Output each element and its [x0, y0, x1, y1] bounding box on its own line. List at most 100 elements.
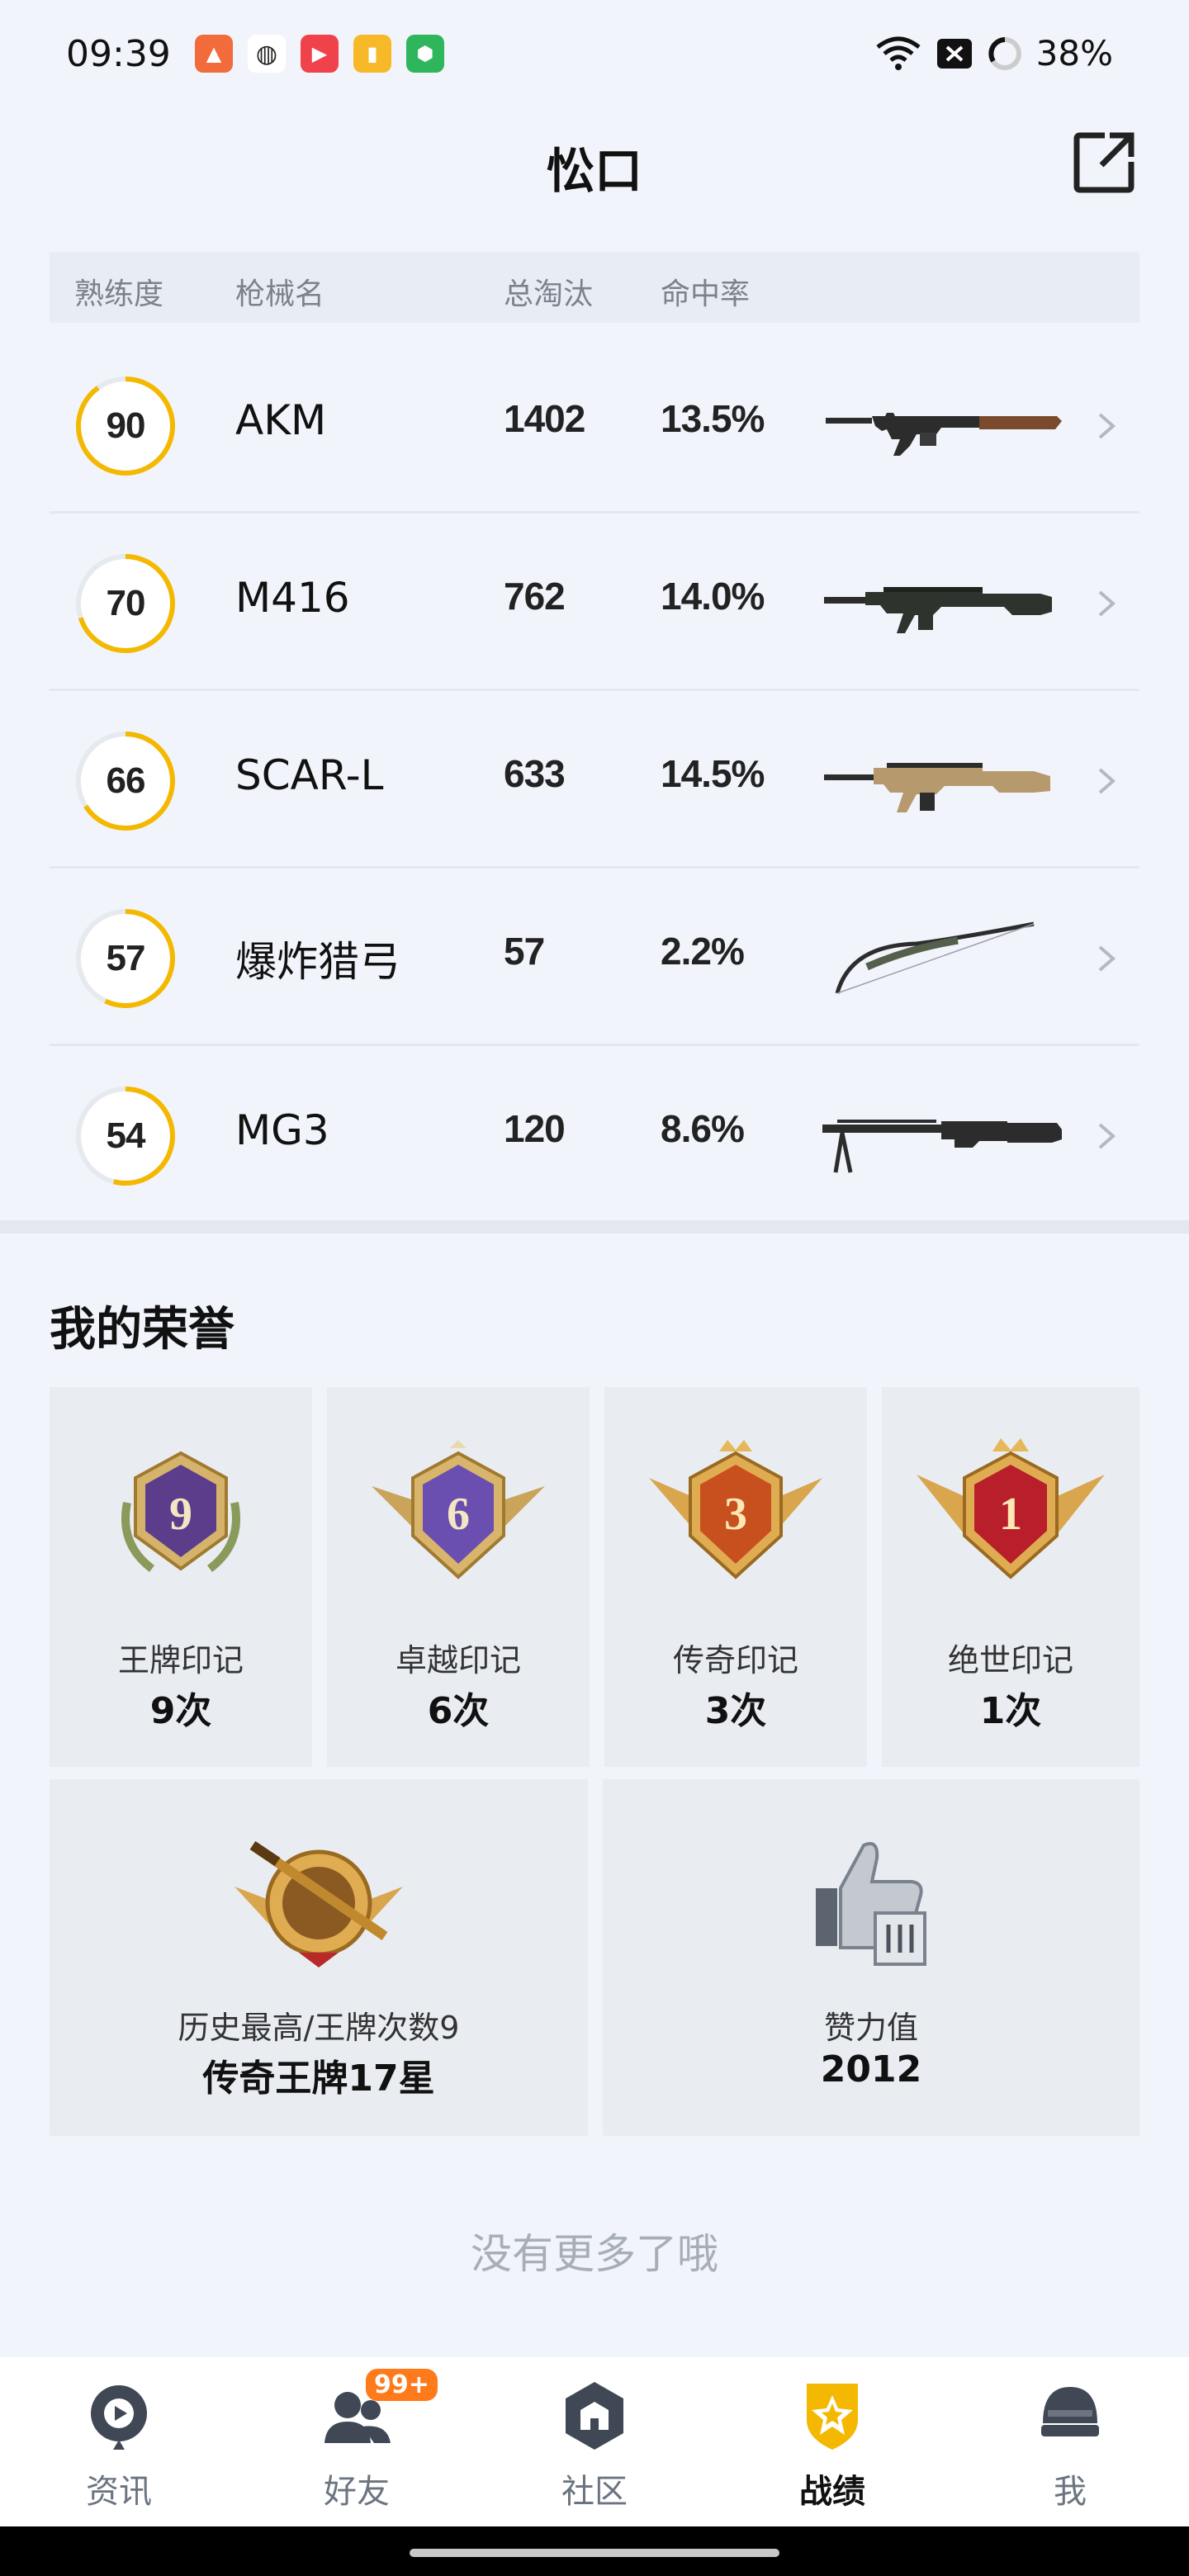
- tab-friends[interactable]: 99+ 好友: [238, 2357, 476, 2526]
- scar-l-rifle-icon: [824, 763, 1050, 812]
- share-icon[interactable]: [1072, 129, 1138, 195]
- tab-community-label: 社区: [561, 2473, 628, 2511]
- security-app-icon: ⬢: [406, 35, 444, 73]
- weapon-row[interactable]: 57 爆炸猎弓 57 2.2%: [50, 871, 1139, 1046]
- page-header: 忪口: [0, 107, 1189, 223]
- tab-me-label: 我: [1054, 2473, 1087, 2511]
- honor-label: 传奇印记: [672, 1642, 798, 1679]
- weapon-row[interactable]: 70 M416 762 14.0%: [50, 516, 1139, 691]
- weapon-name: 爆炸猎弓: [235, 938, 400, 986]
- chevron-right-icon: [1098, 590, 1116, 617]
- honor-card-excellent[interactable]: 6 卓越印记 6次: [327, 1387, 590, 1767]
- honor-card-peerless[interactable]: 1 绝世印记 1次: [882, 1387, 1139, 1767]
- proficiency-value: 54: [106, 1115, 146, 1156]
- weapon-kills: 1402: [504, 397, 585, 440]
- tab-record-label: 战绩: [799, 2473, 865, 2511]
- proficiency-value: 66: [106, 760, 146, 801]
- honor-card-likes[interactable]: 赞力值 2012: [603, 1779, 1139, 2136]
- bottom-nav: 资讯 99+ 好友 社区 战绩 我: [0, 2357, 1189, 2526]
- battery-level: 38%: [1035, 33, 1113, 73]
- weapon-name: AKM: [235, 396, 327, 444]
- status-bar: 09:39 ▲ ◍ ▶ ▮ ⬢ 38%: [0, 0, 1189, 107]
- reader-app-icon: ▮: [353, 35, 391, 73]
- tab-news[interactable]: 资讯: [0, 2357, 238, 2526]
- section-divider: [0, 1220, 1189, 1234]
- honor-count: 1次: [979, 1690, 1042, 1732]
- news-icon: [91, 2385, 147, 2450]
- likes-label: 赞力值: [823, 2010, 918, 2046]
- weapon-accuracy: 14.0%: [661, 575, 765, 618]
- battery-ring-icon: [988, 36, 1021, 70]
- home-gesture-bar[interactable]: [410, 2549, 779, 2557]
- excellent-medal-number: 6: [447, 1489, 470, 1540]
- status-time: 09:39: [66, 33, 171, 75]
- community-icon: [566, 2382, 623, 2450]
- weapon-table-header: 熟练度 枪械名 总淘汰 命中率: [50, 252, 1139, 323]
- ace-medal-number: 9: [169, 1489, 192, 1540]
- status-right: 38%: [874, 33, 1113, 73]
- chevron-right-icon: [1098, 413, 1116, 439]
- weapon-accuracy: 2.2%: [661, 930, 745, 973]
- chevron-right-icon: [1098, 768, 1116, 794]
- chevron-right-icon: [1098, 945, 1116, 972]
- legend-medal-number: 3: [724, 1489, 747, 1540]
- honor-count: 9次: [149, 1690, 212, 1732]
- chevron-right-icon: [1098, 1123, 1116, 1149]
- wifi-icon: [876, 36, 921, 70]
- peerless-medal-number: 1: [999, 1489, 1022, 1540]
- honor-label: 卓越印记: [395, 1642, 521, 1679]
- proficiency-value: 70: [106, 583, 146, 623]
- bow-icon: [835, 921, 1035, 994]
- wechat-icon: ◍: [248, 35, 286, 73]
- m416-rifle-icon: [824, 587, 1052, 633]
- honors-title: 我的荣誉: [50, 1303, 234, 1357]
- weapon-name: MG3: [235, 1106, 329, 1154]
- weapon-accuracy: 14.5%: [661, 752, 765, 795]
- honor-count: 3次: [704, 1690, 767, 1732]
- honor-count: 6次: [427, 1690, 490, 1732]
- tab-friends-label: 好友: [324, 2473, 390, 2511]
- weapon-accuracy: 13.5%: [661, 397, 765, 440]
- honor-card-highest-rank[interactable]: 历史最高/王牌次数9 传奇王牌17星: [50, 1779, 588, 2136]
- profile-helmet-icon: [1041, 2387, 1099, 2436]
- weapon-name: M416: [235, 574, 350, 622]
- weapon-kills: 57: [504, 930, 545, 973]
- tab-community[interactable]: 社区: [476, 2357, 713, 2526]
- page-title: 忪口: [546, 143, 642, 199]
- honor-card-legend[interactable]: 3 传奇印记 3次: [604, 1387, 867, 1767]
- mg3-machinegun-icon: [822, 1120, 1062, 1173]
- honor-label: 王牌印记: [117, 1642, 244, 1679]
- weapon-row[interactable]: 90 AKM 1402 13.5%: [50, 339, 1139, 514]
- col-accuracy: 命中率: [661, 277, 751, 311]
- col-gun-name: 枪械名: [235, 277, 325, 311]
- col-kills: 总淘汰: [504, 277, 594, 311]
- proficiency-value: 90: [106, 405, 146, 446]
- legend-medal-icon: 3: [649, 1440, 822, 1579]
- weapon-kills: 762: [504, 575, 566, 618]
- weapon-accuracy: 8.6%: [661, 1107, 745, 1150]
- no-sim-icon: [936, 38, 972, 69]
- weapon-kills: 120: [504, 1107, 566, 1150]
- video-app-icon: ▶: [301, 35, 339, 73]
- weapon-row[interactable]: 66 SCAR-L 633 14.5%: [50, 694, 1139, 869]
- thumbs-up-trophy-icon: [816, 1842, 926, 1966]
- weapon-name: SCAR-L: [235, 751, 384, 799]
- ace-medal-icon: 9: [121, 1451, 240, 1572]
- tab-news-label: 资讯: [86, 2473, 152, 2511]
- legend-ace-medal-icon: [234, 1841, 403, 1968]
- tab-record[interactable]: 战绩: [713, 2357, 951, 2526]
- notification-icons: ▲ ◍ ▶ ▮ ⬢: [195, 35, 444, 73]
- excellent-medal-icon: 6: [372, 1440, 545, 1579]
- game-app-icon: ▲: [195, 35, 233, 73]
- col-proficiency: 熟练度: [74, 277, 164, 311]
- honor-card-ace[interactable]: 9 王牌印记 9次: [50, 1387, 312, 1767]
- weapon-row[interactable]: 54 MG3 120 8.6%: [50, 1049, 1139, 1224]
- peerless-medal-icon: 1: [917, 1438, 1105, 1579]
- likes-value: 2012: [820, 2048, 922, 2091]
- record-icon: [807, 2384, 858, 2450]
- tab-me[interactable]: 我: [951, 2357, 1189, 2526]
- highest-rank-label: 历史最高/王牌次数9: [178, 2010, 460, 2046]
- weapon-kills: 633: [504, 752, 566, 795]
- no-more-text: 没有更多了哦: [471, 2230, 718, 2278]
- akm-rifle-icon: [826, 413, 1062, 456]
